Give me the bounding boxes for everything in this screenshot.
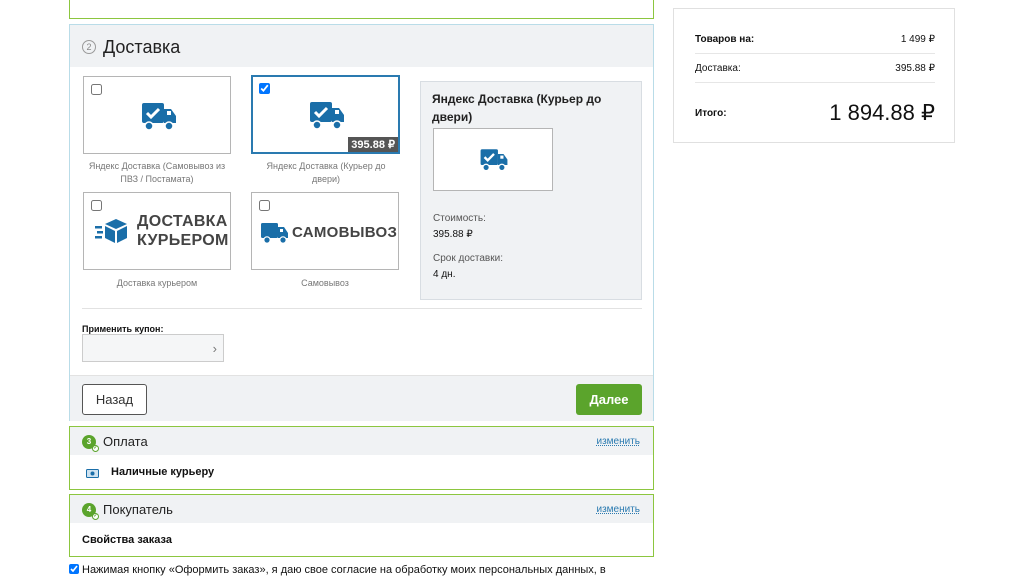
divider (695, 82, 935, 83)
payment-section: 3 ✓ Оплата изменить Наличные курьеру (69, 426, 654, 490)
delivery-option-checkbox[interactable] (91, 84, 102, 95)
buyer-title: Покупатель (103, 502, 173, 517)
step-number: 3 (86, 437, 92, 446)
order-summary: Товаров на: 1 499 ₽ Доставка: 395.88 ₽ И… (673, 8, 955, 143)
delivery-footer: Назад Далее (70, 375, 653, 421)
divider (82, 308, 642, 309)
payment-title: Оплата (103, 434, 148, 449)
back-button[interactable]: Назад (82, 384, 147, 415)
step-number: 4 (86, 505, 92, 514)
delivery-info-panel: Яндекс Доставка (Курьер до двери) Стоимо… (420, 81, 642, 300)
buyer-change-link[interactable]: изменить (596, 504, 640, 515)
delivery-header: 2 Доставка (70, 25, 653, 67)
delivery-label: Доставка: (695, 63, 741, 74)
coupon-label: Применить купон: (82, 324, 164, 334)
buyer-section: 4 ✓ Покупатель изменить Свойства заказа (69, 494, 654, 557)
truck-check-icon (310, 102, 344, 130)
truck-check-icon (142, 103, 176, 131)
buyer-value: Свойства заказа (82, 534, 172, 546)
divider (695, 53, 935, 54)
total-value: 1 894.88 ₽ (829, 100, 935, 125)
pickup-logo-text: САМОВЫВОЗ (292, 224, 398, 241)
cash-icon (86, 469, 99, 478)
delivery-info-title: Яндекс Доставка (Курьер до двери) (432, 92, 602, 124)
delivery-option-caption: Яндекс Доставка (Курьер до двери) (266, 161, 386, 184)
total-label: Итого: (695, 108, 727, 119)
delivery-section: 2 Доставка Яндекс Доставка (Самовывоз из… (69, 24, 654, 421)
coupon-input[interactable]: › (82, 334, 224, 362)
cost-value: 395.88 ₽ (433, 229, 473, 240)
delivery-option-caption: Доставка курьером (116, 278, 198, 288)
courier-logo-line1: ДОСТАВКА (137, 213, 228, 230)
delivery-option-checkbox[interactable] (259, 83, 270, 94)
check-icon: ✓ (92, 445, 99, 452)
delivery-option-yandex-pickup[interactable] (83, 76, 231, 154)
agreement-checkbox[interactable] (69, 564, 79, 574)
step-number: 2 (82, 40, 96, 54)
courier-logo-line2: КУРЬЕРОМ (137, 232, 229, 249)
payment-change-link[interactable]: изменить (596, 436, 640, 447)
goods-label: Товаров на: (695, 34, 755, 45)
goods-value: 1 499 ₽ (900, 34, 935, 45)
truck-icon (261, 223, 288, 244)
delivery-value: 395.88 ₽ (895, 63, 935, 74)
box-icon (95, 219, 127, 243)
truck-check-icon (480, 149, 508, 172)
price-badge: 395.88 ₽ (348, 137, 398, 152)
next-button[interactable]: Далее (576, 384, 642, 415)
buyer-header: 4 ✓ Покупатель изменить (70, 495, 653, 523)
delivery-option-caption: Яндекс Доставка (Самовывоз из ПВЗ / Пост… (88, 161, 226, 184)
payment-value: Наличные курьеру (111, 466, 215, 478)
check-icon: ✓ (92, 513, 99, 520)
step-done-badge: 4 ✓ (82, 503, 99, 520)
delivery-option-caption: Самовывоз (301, 278, 349, 288)
step-done-badge: 3 ✓ (82, 435, 99, 452)
delivery-option-courier[interactable]: ДОСТАВКА КУРЬЕРОМ (83, 192, 231, 270)
delivery-info-image (433, 128, 553, 191)
cost-label: Стоимость: (433, 213, 486, 224)
agreement-row: Нажимая кнопку «Оформить заказ», я даю с… (69, 564, 606, 576)
delivery-option-checkbox[interactable] (259, 200, 270, 211)
chevron-right-icon[interactable]: › (213, 341, 217, 356)
payment-header: 3 ✓ Оплата изменить (70, 427, 653, 455)
previous-section (69, 0, 654, 19)
delivery-option-yandex-courier[interactable]: 395.88 ₽ (251, 75, 400, 154)
delivery-title: Доставка (103, 37, 181, 57)
delivery-option-checkbox[interactable] (91, 200, 102, 211)
term-label: Срок доставки: (433, 253, 503, 264)
agreement-text: Нажимая кнопку «Оформить заказ», я даю с… (82, 564, 606, 576)
delivery-option-pickup[interactable]: САМОВЫВОЗ (251, 192, 399, 270)
term-value: 4 дн. (433, 269, 456, 280)
